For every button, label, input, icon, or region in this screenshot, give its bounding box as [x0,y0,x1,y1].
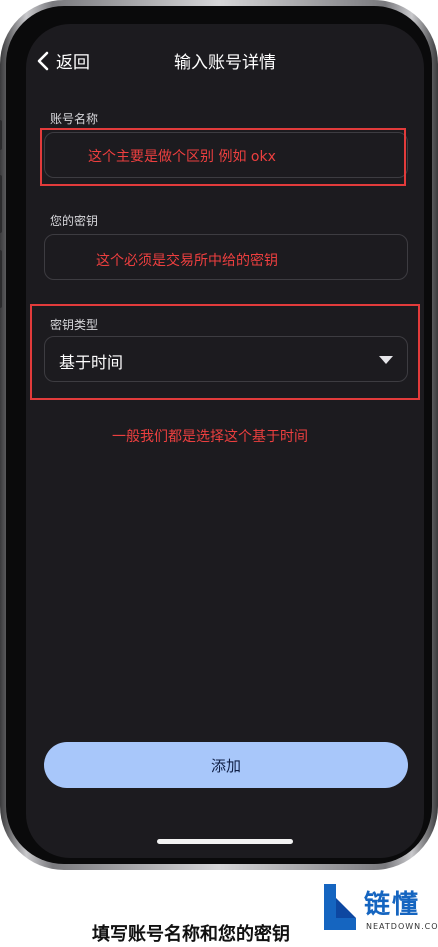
header-bar: 返回 输入账号详情 [26,24,424,94]
phone-side-button [0,175,2,233]
phone-bezel: 返回 输入账号详情 账号名称 这个主要是做个区别 例如 okx 您的密钥 这个必… [6,6,432,864]
phone-frame: 返回 输入账号详情 账号名称 这个主要是做个区别 例如 okx 您的密钥 这个必… [0,0,438,870]
page-title: 输入账号详情 [174,53,276,73]
key-type-select[interactable]: 基于时间 [44,336,408,382]
watermark-name: 链懂 [364,890,421,920]
watermark-logo: 链懂 NEATDOWN.COM [316,874,438,947]
caret-down-icon [379,356,393,364]
key-type-selected-value: 基于时间 [59,353,124,372]
phone-side-button [0,250,2,308]
phone-side-button [0,120,2,150]
secret-key-label: 您的密钥 [50,214,99,228]
neatdown-logo-icon [324,884,356,930]
watermark-domain: NEATDOWN.COM [366,922,438,931]
account-name-annotation: 这个主要是做个区别 例如 okx [88,149,276,165]
home-indicator [157,839,293,844]
bottom-caption: 填写账号名称和您的密钥 [92,924,290,945]
account-name-label: 账号名称 [50,112,99,126]
add-button[interactable]: 添加 [44,742,408,788]
key-type-annotation: 一般我们都是选择这个基于时间 [112,429,308,445]
key-type-label: 密钥类型 [50,318,99,332]
secret-key-annotation: 这个必须是交易所中给的密钥 [96,253,278,269]
app-screen: 返回 输入账号详情 账号名称 这个主要是做个区别 例如 okx 您的密钥 这个必… [26,24,424,858]
